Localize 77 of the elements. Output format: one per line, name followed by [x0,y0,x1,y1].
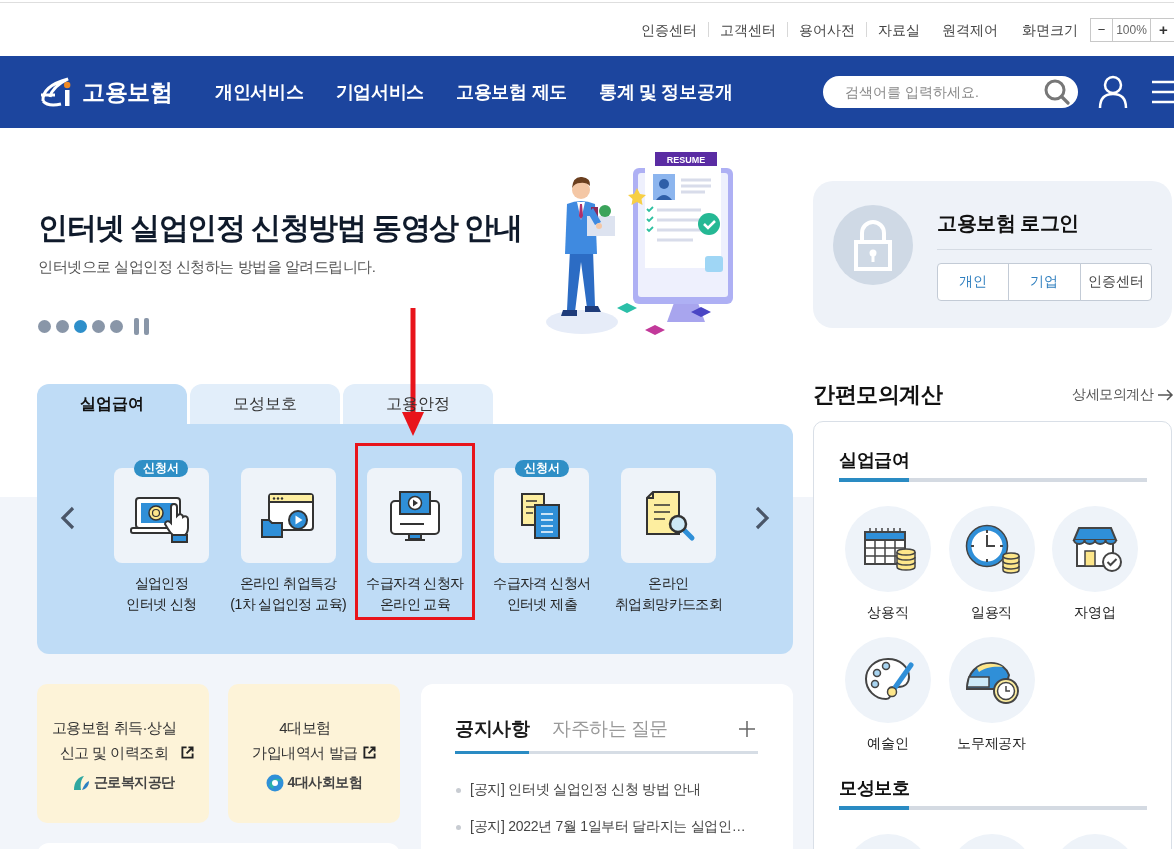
monitor-play-icon [367,468,463,563]
notice-link[interactable]: [공지] 인터넷 실업인정 신청 방법 안내 [470,781,701,799]
bullet-icon [456,824,461,830]
pause-icon[interactable] [134,318,149,335]
shortcut-label: 4대보험 가입내역서 발급 [252,718,358,763]
service-link[interactable]: 수급자격 신청자 온라인 교육 [351,460,479,615]
calculator-section-tab[interactable]: 실업급여 [839,449,909,482]
service-link[interactable]: 온라인 취업희망카드조회 [605,460,732,615]
palette-icon [845,637,931,723]
video-window-icon [240,468,336,563]
application-badge: 신청서 [514,460,569,477]
calculator-option-button[interactable]: 자영업 [1046,506,1144,622]
calculator-option-button[interactable]: 일용직 [942,506,1041,622]
plus-icon[interactable] [739,721,755,737]
zoom-in-button[interactable]: + [1151,17,1174,42]
resume-label: RESUME [666,154,706,165]
nav-menu-item[interactable]: 고용보험 제도 [456,79,567,105]
lock-icon [833,205,913,285]
organization-name: 4대사회보험 [287,774,363,792]
notice-tab[interactable]: 공지사항 [455,715,529,754]
leaf-logo-icon [71,774,90,792]
search-icon[interactable] [1044,79,1070,105]
remote-support-link[interactable]: 원격제어 [931,19,1009,40]
application-badge: 신청서 [134,460,189,477]
notice-link[interactable]: [공지] 2022년 7월 1일부터 달라지는 실업인… [470,818,746,836]
calendar-coins-icon [845,506,931,592]
screen-size-label: 화면크기 [1021,20,1079,40]
utility-link[interactable]: 용어사전 [788,19,866,40]
login-title: 고용보험 로그인 [937,211,1080,236]
calculator-section-tab[interactable]: 모성보호 [839,777,909,810]
chevron-right-icon[interactable] [754,506,771,530]
nav-menu-item[interactable]: 기업서비스 [335,79,425,105]
user-icon[interactable] [1098,75,1128,109]
service-link[interactable]: 온라인 취업특강 (1차 실업인정 교육) [224,460,352,615]
slide-dot-icon[interactable] [92,320,105,333]
menu-icon[interactable] [1152,80,1174,104]
utility-link[interactable]: 자료실 [867,19,931,40]
shop-icon [1052,506,1138,592]
external-link-icon [362,746,376,759]
slide-dot-icon[interactable] [56,320,69,333]
utility-link[interactable]: 고객센터 [709,19,787,40]
calculator-option-button[interactable]: 예술인 [839,637,937,753]
arrow-right-icon [1158,389,1174,401]
document-search-icon [621,468,717,563]
search-field[interactable]: 검색어를 입력하세요. [823,76,1078,108]
chevron-left-icon[interactable] [59,506,76,530]
nav-menu-item[interactable]: 개인서비스 [215,79,304,105]
external-link-icon [181,746,195,759]
helmet-clock-icon [948,637,1035,723]
home-logo-link[interactable]: 고용보험 [38,76,172,108]
hero-subtitle: 인터넷으로 실업인정 신청하는 방법을 알려드립니다. [38,257,376,277]
hero-title: 인터넷 실업인정 신청방법 동영상 안내 [38,210,522,246]
category-tab[interactable]: 모성보호 [190,384,340,424]
detail-calculation-link[interactable]: 상세모의계산 [1072,386,1174,404]
bullet-icon [456,787,461,793]
service-link[interactable]: 신청서 수급자격 신청서 인터넷 제출 [478,460,606,615]
shortcut-card[interactable]: 4대보험 가입내역서 발급 4대사회보험 [228,684,400,823]
calculator-option-button[interactable]: 노무제공자 [942,637,1041,753]
shortcut-card[interactable]: 고용보험 취득·상실 신고 및 이력조회 근로복지공단 [37,684,209,823]
slide-dot-icon[interactable] [110,320,123,333]
slide-dot-icon[interactable] [38,320,51,333]
login-button[interactable]: 인증센터 [1079,263,1152,301]
clock-coins-icon [948,506,1035,592]
shortcut-label: 고용보험 취득·상실 신고 및 이력조회 [51,718,177,763]
nav-menu-item[interactable]: 통계 및 정보공개 [598,79,733,105]
login-button[interactable]: 기업 [1008,263,1081,301]
zoom-level: 100% [1113,17,1151,42]
organization-name: 근로복지공단 [93,774,175,792]
service-link[interactable]: 신청서 실업인정 인터넷 신청 [98,460,225,615]
swirl-logo-icon [265,774,284,792]
zoom-out-button[interactable]: − [1090,17,1113,42]
login-button[interactable]: 개인 [937,263,1010,301]
slide-dot-icon[interactable] [74,320,87,333]
utility-link[interactable]: 인증센터 [630,19,708,40]
category-tab[interactable]: 실업급여 [37,384,187,424]
calculator-option-button[interactable]: 상용직 [839,506,937,622]
calculator-title: 간편모의계산 [813,381,942,409]
